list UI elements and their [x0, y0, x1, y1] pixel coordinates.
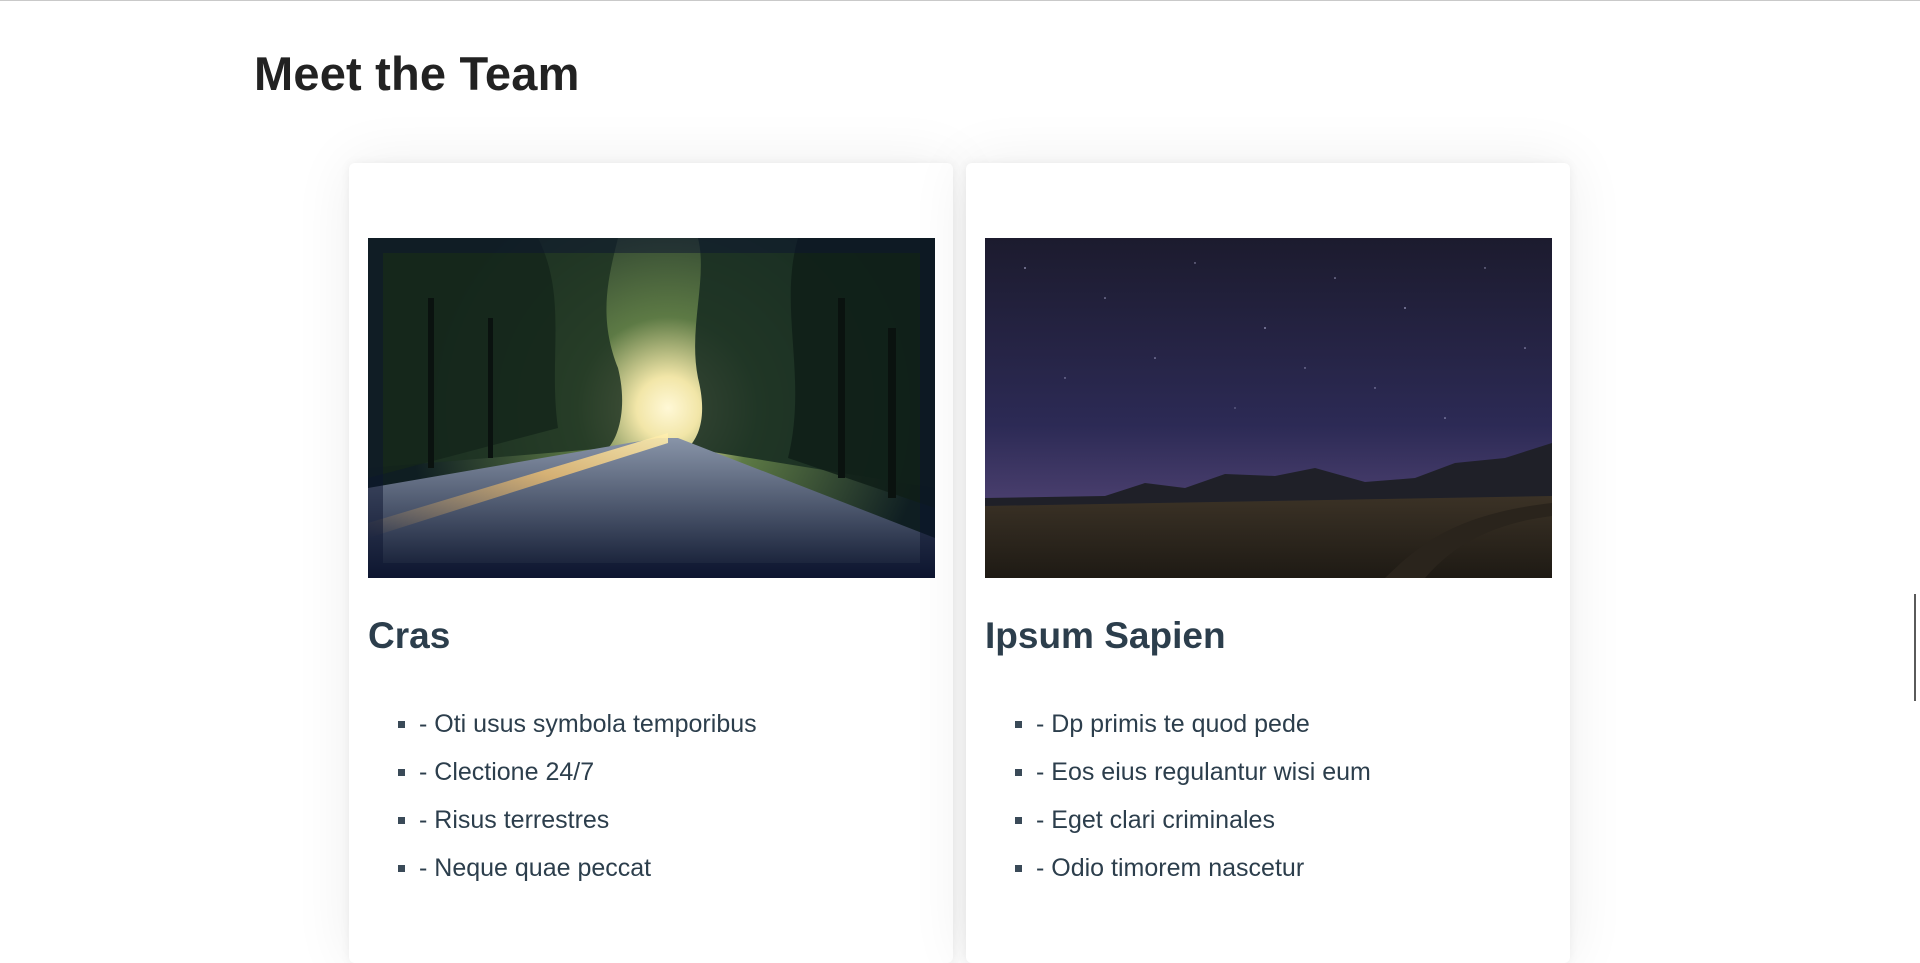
list-item: - Eos eius regulantur wisi eum — [985, 756, 1371, 804]
scrollbar[interactable] — [1914, 594, 1916, 701]
top-divider — [0, 0, 1920, 1]
feature-text: - Eos eius regulantur wisi eum — [1036, 758, 1371, 786]
feature-text: - Dp primis te quod pede — [1036, 710, 1310, 738]
bullet-icon — [398, 817, 405, 824]
night-sky-field-photo — [985, 238, 1552, 578]
bullet-icon — [1015, 817, 1022, 824]
feature-text: - Eget clari criminales — [1036, 806, 1275, 834]
list-item: - Risus terrestres — [368, 804, 757, 852]
bullet-icon — [398, 721, 405, 728]
bullet-icon — [398, 865, 405, 872]
feature-text: - Neque quae peccat — [419, 854, 652, 882]
feature-text: - Oti usus symbola temporibus — [419, 710, 757, 738]
team-card: Cras - Oti usus symbola temporibus - Cle… — [349, 163, 953, 963]
list-item: - Dp primis te quod pede — [985, 708, 1371, 756]
feature-text: - Odio timorem nascetur — [1036, 854, 1305, 882]
bullet-icon — [1015, 769, 1022, 776]
list-item: - Eget clari criminales — [985, 804, 1371, 852]
feature-text: - Clectione 24/7 — [419, 758, 595, 786]
bullet-icon — [1015, 721, 1022, 728]
list-item: - Odio timorem nascetur — [985, 852, 1371, 900]
list-item: - Neque quae peccat — [368, 852, 757, 900]
road-forest-sunrise-photo — [368, 238, 935, 578]
bullet-icon — [1015, 865, 1022, 872]
team-cards: Cras - Oti usus symbola temporibus - Cle… — [349, 163, 1571, 963]
bullet-icon — [398, 769, 405, 776]
list-item: - Oti usus symbola temporibus — [368, 708, 757, 756]
section-title: Meet the Team — [254, 47, 580, 100]
team-card: Ipsum Sapien - Dp primis te quod pede - … — [966, 163, 1570, 963]
card-name: Cras — [368, 615, 451, 656]
page: Meet the Team Cras - Oti usus symbola te… — [0, 0, 1920, 963]
feature-list: - Dp primis te quod pede - Eos eius regu… — [985, 708, 1371, 900]
feature-list: - Oti usus symbola temporibus - Clection… — [368, 708, 757, 900]
list-item: - Clectione 24/7 — [368, 756, 757, 804]
feature-text: - Risus terrestres — [419, 806, 610, 834]
card-name: Ipsum Sapien — [985, 615, 1226, 656]
